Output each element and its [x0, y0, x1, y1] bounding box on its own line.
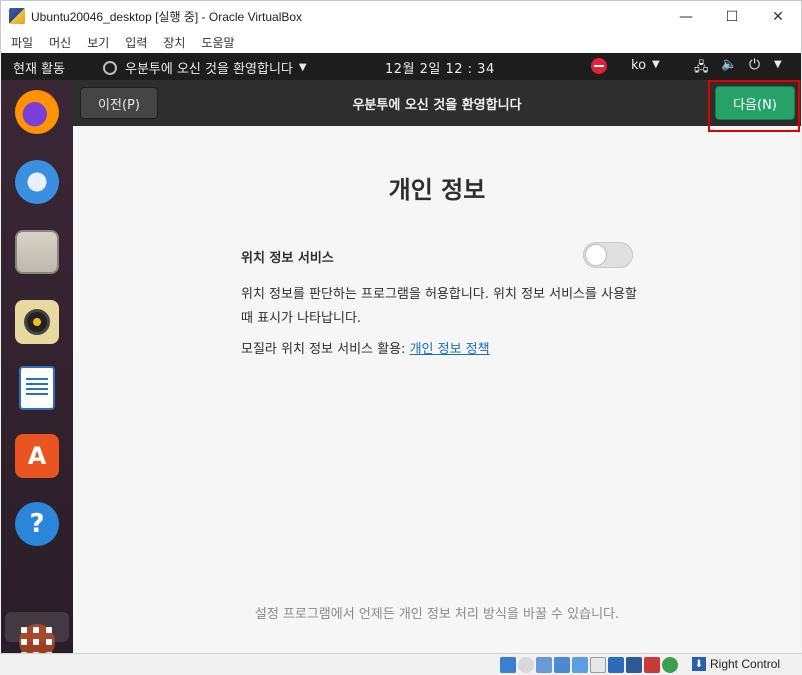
arrow-down-icon: ⬇ — [692, 657, 706, 671]
usb-icon[interactable] — [572, 657, 588, 673]
menu-view[interactable]: 보기 — [81, 34, 115, 51]
installer-title: 우분투에 오신 것을 환영합니다 — [352, 98, 522, 113]
vm-screen: 현재 활동 우분투에 오신 것을 환영합니다 ▼ 12월 2일 12 : 34 … — [1, 53, 801, 653]
recording-icon[interactable] — [626, 657, 642, 673]
close-button[interactable]: ✕ — [755, 1, 801, 32]
window-title: Ubuntu20046_desktop [실행 중] - Oracle Virt… — [31, 9, 303, 24]
dock: A ? — [1, 80, 73, 653]
help-icon: ? — [15, 502, 59, 546]
show-applications-button[interactable] — [21, 627, 53, 653]
clock[interactable]: 12월 2일 12 : 34 — [385, 58, 495, 77]
dock-item-help[interactable]: ? — [13, 500, 61, 548]
optical-drive-icon[interactable] — [518, 657, 534, 673]
status-icons — [500, 657, 680, 673]
installer-app-icon — [103, 60, 117, 75]
display-icon[interactable] — [608, 657, 624, 673]
hard-disk-icon[interactable] — [500, 657, 516, 673]
dock-item-rhythmbox[interactable] — [13, 298, 61, 346]
host-key[interactable]: ⬇ Right Control — [692, 657, 780, 671]
audio-icon[interactable] — [536, 657, 552, 673]
dock-item-thunderbird[interactable] — [13, 158, 61, 206]
app-menu[interactable]: 우분투에 오신 것을 환영합니다 ▼ — [103, 58, 307, 77]
shared-folder-icon[interactable] — [590, 657, 606, 673]
window-titlebar: Ubuntu20046_desktop [실행 중] - Oracle Virt… — [0, 0, 802, 31]
virtualization-icon[interactable] — [644, 657, 660, 673]
files-icon — [15, 230, 59, 274]
caret-down-icon[interactable]: ▼ — [774, 59, 782, 70]
menu-help[interactable]: 도움말 — [195, 34, 240, 51]
mouse-integration-icon[interactable] — [662, 657, 678, 673]
menu-file[interactable]: 파일 — [5, 34, 39, 51]
host-key-label: Right Control — [710, 657, 781, 671]
page-title: 개인 정보 — [388, 176, 486, 204]
window-controls: — ☐ ✕ — [663, 1, 801, 32]
caret-down-icon: ▼ — [298, 62, 307, 73]
installer-window: 이전(P) 우분투에 오신 것을 환영합니다 다음(N) 개인 정보 위치 정보… — [73, 80, 801, 653]
highlight-box — [708, 80, 800, 132]
menu-devices[interactable]: 장치 — [157, 34, 191, 51]
privacy-policy-link[interactable]: 개인 정보 정책 — [410, 342, 490, 357]
maximize-button[interactable]: ☐ — [709, 1, 755, 32]
firefox-icon — [15, 90, 59, 134]
activities-button[interactable]: 현재 활동 — [13, 58, 65, 77]
policy-line: 모질라 위치 정보 서비스 활용: 개인 정보 정책 — [241, 338, 490, 357]
dock-item-firefox[interactable] — [13, 88, 61, 136]
menu-machine[interactable]: 머신 — [43, 34, 77, 51]
menu-input[interactable]: 입력 — [119, 34, 153, 51]
location-description: 위치 정보를 판단하는 프로그램을 허용합니다. 위치 정보 서비스를 사용할 … — [241, 287, 637, 326]
power-icon[interactable]: ⏻ — [749, 57, 760, 73]
volume-icon[interactable]: 🔈 — [721, 57, 737, 72]
minimize-button[interactable]: — — [663, 1, 709, 32]
libreoffice-writer-icon — [19, 366, 55, 410]
installer-headerbar: 이전(P) 우분투에 오신 것을 환영합니다 다음(N) — [73, 80, 801, 126]
location-services-toggle[interactable] — [583, 242, 633, 268]
footer-note: 설정 프로그램에서 언제든 개인 정보 처리 방식을 바꿀 수 있습니다. — [254, 607, 620, 622]
app-menu-label: 우분투에 오신 것을 환영합니다 — [125, 62, 293, 77]
dock-item-files[interactable] — [13, 228, 61, 276]
ubuntu-topbar: 현재 활동 우분투에 오신 것을 환영합니다 ▼ 12월 2일 12 : 34 … — [1, 53, 801, 80]
virtualbox-icon — [9, 8, 25, 24]
dock-item-software[interactable]: A — [13, 432, 61, 480]
ubuntu-software-icon: A — [15, 434, 59, 478]
input-language[interactable]: ko — [631, 58, 646, 73]
vbox-statusbar: ⬇ Right Control — [0, 653, 802, 675]
toggle-knob — [585, 244, 607, 266]
location-services-label: 위치 정보 서비스 — [241, 251, 334, 266]
thunderbird-icon — [15, 160, 59, 204]
rhythmbox-icon — [15, 300, 59, 344]
caret-down-icon: ▼ — [652, 59, 660, 70]
no-entry-icon[interactable] — [591, 58, 607, 74]
network-icon[interactable]: 🖧 — [694, 58, 709, 80]
dock-item-writer[interactable] — [13, 364, 61, 412]
policy-prefix: 모질라 위치 정보 서비스 활용: — [241, 342, 410, 357]
menu-bar: 파일 머신 보기 입력 장치 도움말 — [0, 31, 802, 53]
network-status-icon[interactable] — [554, 657, 570, 673]
